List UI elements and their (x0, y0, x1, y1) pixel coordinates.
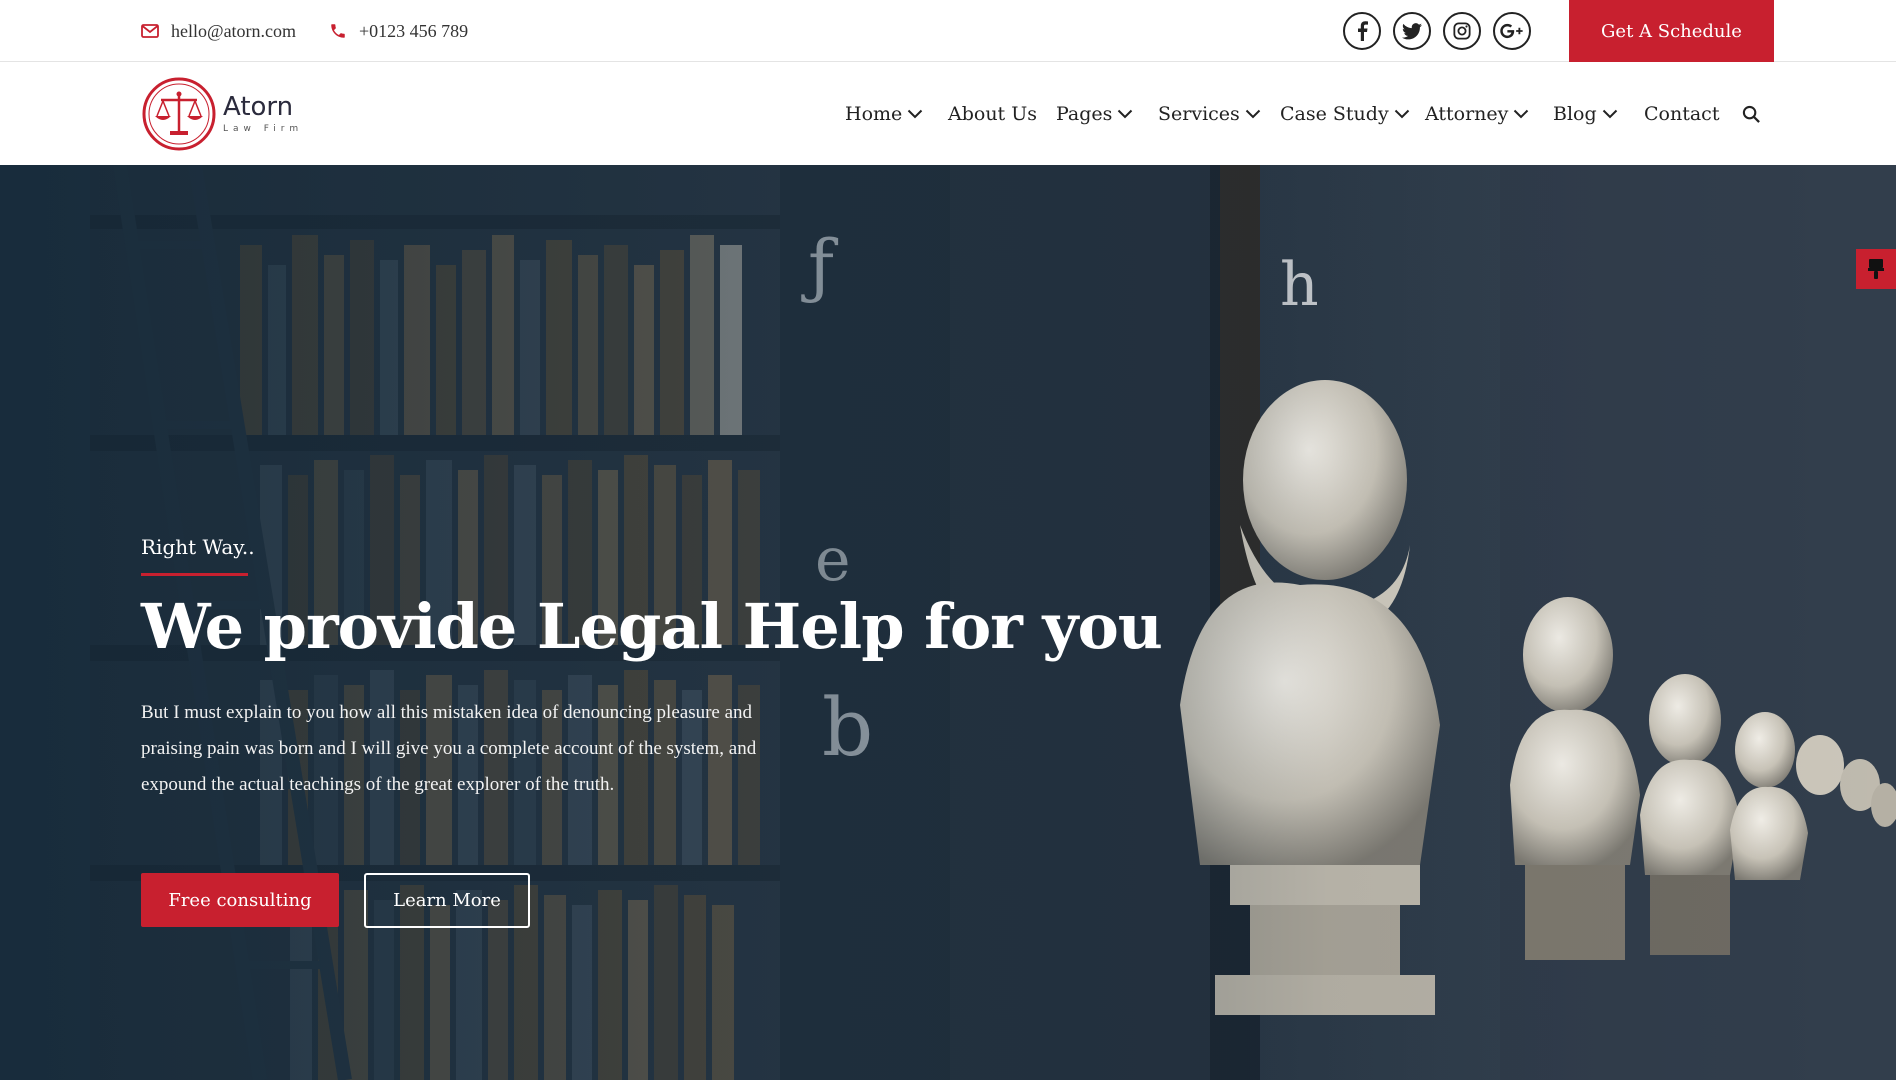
instagram-link[interactable] (1443, 12, 1481, 50)
nav-attorney[interactable]: Attorney (1425, 63, 1529, 165)
hero-description-line: praising pain was born and I will give y… (141, 738, 757, 759)
nav-services[interactable]: Services (1158, 63, 1261, 165)
facebook-link[interactable] (1343, 12, 1381, 50)
brand-logo[interactable]: Atorn Law Firm (141, 75, 303, 153)
nav-pages[interactable]: Pages (1056, 63, 1133, 165)
nav-home[interactable]: Home (845, 63, 923, 165)
chevron-down-icon (908, 109, 923, 119)
chevron-down-icon (1394, 109, 1409, 119)
scales-of-justice-icon (142, 77, 216, 151)
hero-subtitle: Right Way.. (141, 535, 255, 559)
style-switcher-toggle[interactable] (1856, 249, 1896, 289)
nav-case-study-label: Case Study (1280, 103, 1389, 125)
hero-description-line: But I must explain to you how all this m… (141, 702, 753, 723)
hero-title: We provide Legal Help for you (141, 590, 1163, 663)
chevron-down-icon (1514, 109, 1529, 119)
paint-brush-icon (1868, 259, 1884, 279)
envelope-icon (141, 24, 159, 38)
nav-case-study[interactable]: Case Study (1280, 63, 1410, 165)
brand-name: Atorn (223, 92, 294, 122)
get-schedule-button[interactable]: Get A Schedule (1569, 0, 1774, 62)
nav-contact[interactable]: Contact (1644, 63, 1719, 165)
email-text: hello@atorn.com (171, 20, 297, 41)
phone-contact[interactable]: +0123 456 789 (329, 0, 468, 62)
instagram-icon (1453, 22, 1471, 40)
learn-more-button[interactable]: Learn More (364, 873, 530, 928)
nav-blog-label: Blog (1553, 103, 1597, 125)
nav-blog[interactable]: Blog (1553, 63, 1618, 165)
chevron-down-icon (1245, 109, 1261, 119)
nav-home-label: Home (845, 103, 903, 125)
main-navbar: Atorn Law Firm Home About Us Pages Servi… (0, 63, 1896, 165)
subtitle-underline (141, 573, 248, 576)
email-contact[interactable]: hello@atorn.com (141, 0, 296, 62)
chevron-down-icon (1118, 109, 1133, 119)
top-bar: hello@atorn.com +0123 456 789 Get A Sche… (0, 0, 1896, 62)
search-icon (1742, 105, 1760, 123)
google-plus-icon (1500, 23, 1523, 39)
nav-contact-label: Contact (1644, 103, 1720, 125)
nav-pages-label: Pages (1056, 103, 1113, 125)
phone-text: +0123 456 789 (359, 20, 469, 41)
chevron-down-icon (1602, 109, 1617, 119)
twitter-icon (1402, 22, 1422, 39)
hero-description-line: expound the actual teachings of the grea… (141, 774, 615, 795)
hero-section: ƒ h g e b (0, 165, 1896, 1080)
nav-services-label: Services (1158, 103, 1240, 125)
phone-icon (331, 24, 345, 38)
nav-about-label: About Us (948, 103, 1037, 125)
nav-about-us[interactable]: About Us (948, 63, 1037, 165)
google-plus-link[interactable] (1493, 12, 1531, 50)
twitter-link[interactable] (1393, 12, 1431, 50)
nav-attorney-label: Attorney (1425, 103, 1509, 125)
brand-tagline: Law Firm (223, 124, 304, 134)
free-consulting-button[interactable]: Free consulting (141, 873, 339, 927)
hero-description: But I must explain to you how all this m… (141, 695, 821, 803)
search-button[interactable] (1738, 101, 1764, 127)
facebook-icon (1358, 21, 1368, 41)
